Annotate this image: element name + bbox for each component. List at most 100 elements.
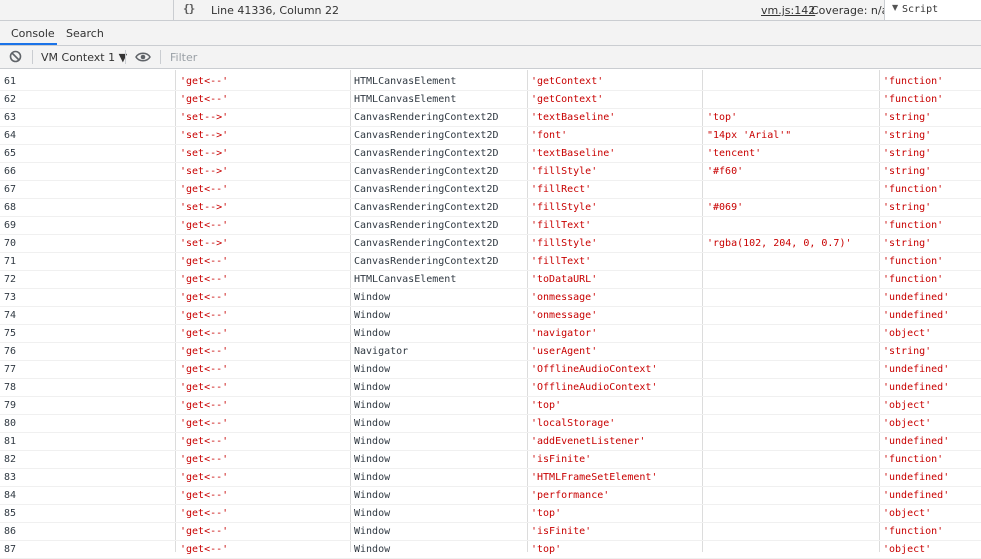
console-table: 61 'get<--' HTMLCanvasElement 'getContext' '… <box>0 73 981 559</box>
cell-value <box>707 307 879 325</box>
toolbar-divider <box>160 50 161 64</box>
cell-object-type: CanvasRenderingContext2D <box>354 220 499 231</box>
cell-value-type: 'string' <box>883 112 932 123</box>
cell-value-type: 'string' <box>883 148 932 159</box>
cell-value: 'rgba(102, 204, 0, 0.7)' <box>707 238 852 249</box>
cell-object-type: Window <box>354 400 391 411</box>
cell-property-name: 'toDataURL' <box>531 274 598 285</box>
cell-operation: 'get<--' <box>180 274 229 285</box>
cell-property-name: 'onmessage' <box>531 292 598 303</box>
cell-object-type: HTMLCanvasElement <box>354 274 457 285</box>
cell-value <box>707 271 879 289</box>
cell-property-name: 'onmessage' <box>531 310 598 321</box>
cell-object-type: Window <box>354 544 391 555</box>
tab-console[interactable]: Console <box>11 27 55 40</box>
cell-value-type: 'function' <box>883 184 944 195</box>
source-location-link[interactable]: vm.js:142 <box>761 4 815 17</box>
cell-row-index: 66 <box>4 166 17 177</box>
cell-value: '#f60' <box>707 166 744 177</box>
script-select-dropdown[interactable]: ▼ Script <box>884 0 981 20</box>
cell-object-type: Window <box>354 472 391 483</box>
toolbar-divider <box>32 50 33 64</box>
cell-value <box>707 361 879 379</box>
table-row: 87 'get<--' Window 'top' 'object' <box>0 541 981 559</box>
cell-row-index: 84 <box>4 490 17 501</box>
cell-property-name: 'textBaseline' <box>531 148 616 159</box>
cell-operation: 'get<--' <box>180 220 229 231</box>
clear-console-icon[interactable] <box>9 50 22 63</box>
cell-object-type: Window <box>354 454 391 465</box>
cell-value: 'tencent' <box>707 148 762 159</box>
cell-object-type: Window <box>354 526 391 537</box>
cell-value: "14px 'Arial'" <box>707 130 792 141</box>
cell-object-type: Window <box>354 436 391 447</box>
cell-value <box>707 487 879 505</box>
eye-icon[interactable] <box>135 51 151 63</box>
cell-row-index: 67 <box>4 184 17 195</box>
filter-input[interactable]: Filter <box>170 51 197 64</box>
cell-row-index: 87 <box>4 544 17 555</box>
cell-operation: 'get<--' <box>180 490 229 501</box>
cell-property-name: 'HTMLFrameSetElement' <box>531 472 658 483</box>
cell-row-index: 75 <box>4 328 17 339</box>
cell-row-index: 74 <box>4 310 17 321</box>
pretty-print-button[interactable]: {} <box>183 2 195 15</box>
table-row: 66 'set-->' CanvasRenderingContext2D 'fillS… <box>0 163 981 181</box>
cell-value-type: 'function' <box>883 220 944 231</box>
cell-object-type: Window <box>354 292 391 303</box>
cell-property-name: 'fillText' <box>531 256 592 267</box>
drawer-tab-bar: Console Search <box>0 21 981 46</box>
cell-row-index: 72 <box>4 274 17 285</box>
cell-value <box>707 253 879 271</box>
toolbar-divider <box>125 50 126 64</box>
cell-value-type: 'function' <box>883 76 944 87</box>
cell-row-index: 62 <box>4 94 17 105</box>
active-tab-indicator <box>0 43 57 45</box>
cell-row-index: 65 <box>4 148 17 159</box>
cell-property-name: 'userAgent' <box>531 346 598 357</box>
cell-row-index: 82 <box>4 454 17 465</box>
cell-value-type: 'function' <box>883 256 944 267</box>
cell-value-type: 'function' <box>883 94 944 105</box>
cell-value-type: 'object' <box>883 400 932 411</box>
cell-value <box>707 289 879 307</box>
cell-value <box>707 397 879 415</box>
cell-value <box>707 217 879 235</box>
cell-property-name: 'fillRect' <box>531 184 592 195</box>
cell-row-index: 79 <box>4 400 17 411</box>
chevron-down-icon: ▼ <box>892 3 899 12</box>
cell-value: '#069' <box>707 202 744 213</box>
table-row: 84 'get<--' Window 'performance' 'undefined' <box>0 487 981 505</box>
coverage-status: Coverage: n/a <box>811 4 889 17</box>
cell-operation: 'get<--' <box>180 382 229 393</box>
cell-property-name: 'top' <box>531 544 562 555</box>
table-row: 65 'set-->' CanvasRenderingContext2D 'textB… <box>0 145 981 163</box>
cell-object-type: Window <box>354 364 391 375</box>
table-row: 75 'get<--' Window 'navigator' 'object' <box>0 325 981 343</box>
cell-value <box>707 181 879 199</box>
cell-object-type: CanvasRenderingContext2D <box>354 166 499 177</box>
table-row: 70 'set-->' CanvasRenderingContext2D 'fillS… <box>0 235 981 253</box>
cell-object-type: CanvasRenderingContext2D <box>354 148 499 159</box>
cell-operation: 'set-->' <box>180 130 229 141</box>
cell-row-index: 76 <box>4 346 17 357</box>
cell-value <box>707 541 879 559</box>
cell-property-name: 'performance' <box>531 490 610 501</box>
cell-row-index: 85 <box>4 508 17 519</box>
cell-value-type: 'object' <box>883 328 932 339</box>
table-row: 69 'get<--' CanvasRenderingContext2D 'fillT… <box>0 217 981 235</box>
cell-operation: 'set-->' <box>180 112 229 123</box>
cell-object-type: Window <box>354 508 391 519</box>
cell-value-type: 'undefined' <box>883 436 950 447</box>
table-row: 72 'get<--' HTMLCanvasElement 'toDataURL' 'f… <box>0 271 981 289</box>
cell-value-type: 'object' <box>883 418 932 429</box>
cell-value-type: 'string' <box>883 166 932 177</box>
cell-property-name: 'localStorage' <box>531 418 616 429</box>
tab-search[interactable]: Search <box>66 27 104 40</box>
cell-operation: 'get<--' <box>180 346 229 357</box>
table-row: 78 'get<--' Window 'OfflineAudioContext' 'un… <box>0 379 981 397</box>
context-selector[interactable]: VM Context 1 ▼ <box>41 51 127 64</box>
table-row: 86 'get<--' Window 'isFinite' 'function' <box>0 523 981 541</box>
cell-operation: 'get<--' <box>180 328 229 339</box>
table-row: 61 'get<--' HTMLCanvasElement 'getContext' '… <box>0 73 981 91</box>
